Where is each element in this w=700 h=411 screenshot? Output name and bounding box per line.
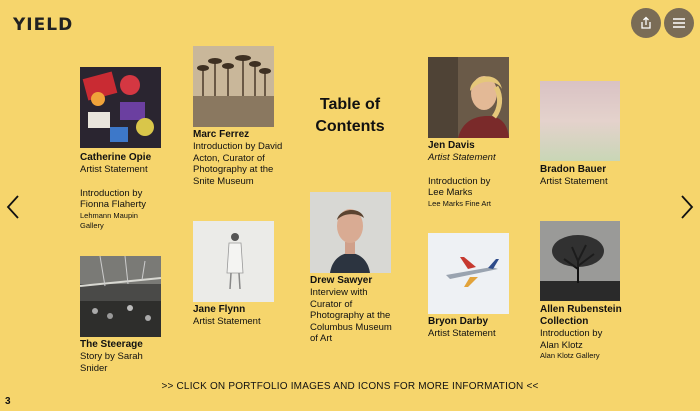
- drew-sawyer-line-3: Photography at the: [310, 310, 391, 321]
- marc-ferrez-intro: Introduction by David: [193, 141, 283, 152]
- share-button[interactable]: [631, 8, 661, 38]
- logo[interactable]: YIELD: [13, 15, 73, 35]
- jen-davis-intro-author: Lee Marks: [428, 187, 473, 198]
- jane-flynn-statement[interactable]: Artist Statement: [193, 316, 293, 328]
- the-steerage-author: Snider: [80, 362, 108, 374]
- jane-flynn-name[interactable]: Jane Flynn: [193, 304, 293, 316]
- catherine-opie-intro: Introduction by: [80, 187, 143, 199]
- bryon-darby-image[interactable]: [428, 233, 509, 314]
- jane-flynn-image[interactable]: [193, 221, 274, 302]
- drew-sawyer-image[interactable]: [310, 192, 391, 273]
- bradon-bauer-image[interactable]: [540, 81, 620, 161]
- allen-rubenstein-name[interactable]: Allen Rubenstein: [540, 304, 650, 316]
- allen-rubenstein-collection[interactable]: Collection: [540, 316, 650, 328]
- previous-page-button[interactable]: [6, 194, 20, 225]
- jen-davis-intro: Introduction by: [428, 175, 491, 187]
- menu-button[interactable]: [664, 8, 694, 38]
- drew-sawyer-name[interactable]: Drew Sawyer: [310, 275, 410, 287]
- the-steerage-story: Story by Sarah: [80, 351, 143, 362]
- bryon-darby-name[interactable]: Bryon Darby: [428, 316, 528, 328]
- bryon-darby-statement[interactable]: Artist Statement: [428, 328, 528, 340]
- marc-ferrez-intro-3: Photography at the: [193, 164, 274, 175]
- bradon-bauer-statement[interactable]: Artist Statement: [540, 176, 640, 188]
- the-steerage-title[interactable]: The Steerage: [80, 339, 180, 351]
- chevron-right-icon: [681, 195, 694, 219]
- catherine-opie-gallery-2: Gallery: [80, 220, 104, 230]
- toc-title-line2: Contents: [315, 118, 385, 135]
- allen-rubenstein-intro-author: Alan Klotz: [540, 339, 583, 351]
- catherine-opie-image[interactable]: [80, 67, 161, 148]
- instructions-footer: >> CLICK ON PORTFOLIO IMAGES AND ICONS F…: [161, 381, 539, 392]
- catherine-opie-intro-author: Fionna Flaherty: [80, 199, 147, 210]
- chevron-left-icon: [6, 195, 19, 219]
- the-steerage-image[interactable]: [80, 256, 161, 337]
- drew-sawyer-interview: Interview with: [310, 287, 368, 298]
- allen-rubenstein-image[interactable]: [540, 221, 620, 301]
- catherine-opie-name[interactable]: Catherine Opie: [80, 152, 180, 164]
- marc-ferrez-intro-4: Snite Museum: [193, 175, 254, 187]
- jen-davis-image[interactable]: [428, 57, 509, 138]
- jen-davis-gallery: Lee Marks Fine Art: [428, 198, 491, 208]
- toc-title-line1: Table of: [319, 96, 381, 113]
- table-of-contents-title: Table of Contents: [300, 94, 400, 138]
- marc-ferrez-image[interactable]: [193, 46, 274, 127]
- marc-ferrez-name[interactable]: Marc Ferrez: [193, 129, 293, 141]
- share-icon: [641, 16, 651, 29]
- allen-rubenstein-intro: Introduction by: [540, 328, 603, 339]
- jen-davis-name[interactable]: Jen Davis: [428, 140, 528, 152]
- catherine-opie-statement[interactable]: Artist Statement: [80, 164, 180, 176]
- drew-sawyer-line-2: Curator of: [310, 298, 353, 310]
- drew-sawyer-line-5: of Art: [310, 333, 333, 344]
- bradon-bauer-name[interactable]: Bradon Bauer: [540, 164, 640, 176]
- menu-icon: [673, 18, 685, 28]
- jen-davis-statement[interactable]: Artist Statement: [428, 152, 528, 164]
- allen-rubenstein-gallery: Alan Klotz Gallery: [540, 351, 600, 360]
- marc-ferrez-intro-2: Acton, Curator of: [193, 152, 265, 164]
- page-number: 3: [5, 396, 11, 407]
- drew-sawyer-line-4: Columbus Museum: [310, 321, 392, 333]
- next-page-button[interactable]: [680, 194, 694, 225]
- catherine-opie-gallery: Lehmann Maupin: [80, 210, 138, 220]
